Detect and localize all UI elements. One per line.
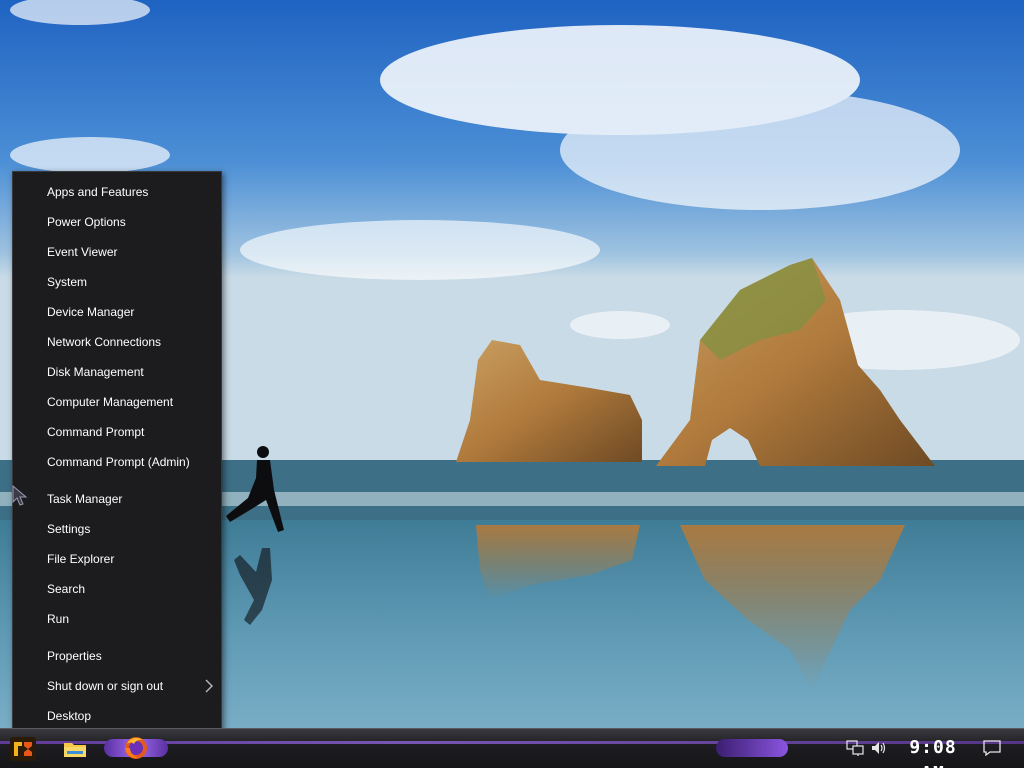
- menu-item-computer-management[interactable]: Computer Management: [13, 387, 221, 417]
- menu-item-label: File Explorer: [47, 552, 115, 566]
- winx-context-menu: Apps and Features Power Options Event Vi…: [12, 171, 222, 733]
- network-tray-button[interactable]: [846, 739, 864, 757]
- start-button[interactable]: [8, 735, 38, 763]
- menu-item-file-explorer[interactable]: File Explorer: [13, 544, 221, 574]
- taskbar-clock[interactable]: 9:08 AM: [898, 735, 968, 768]
- menu-item-label: Computer Management: [47, 395, 174, 409]
- action-center-button[interactable]: [982, 739, 1002, 757]
- notification-icon: [983, 740, 1001, 757]
- menu-item-label: Run: [47, 612, 70, 626]
- menu-item-device-manager[interactable]: Device Manager: [13, 297, 221, 327]
- menu-item-label: Task Manager: [47, 492, 123, 506]
- menu-item-label: Properties: [47, 649, 102, 663]
- menu-item-label: System: [47, 275, 88, 289]
- mouse-cursor-icon: [12, 485, 28, 506]
- menu-item-disk-management[interactable]: Disk Management: [13, 357, 221, 387]
- menu-item-command-prompt[interactable]: Command Prompt: [13, 417, 221, 447]
- menu-item-power-options[interactable]: Power Options: [13, 207, 221, 237]
- menu-item-label: Power Options: [47, 215, 126, 229]
- volume-icon: [872, 742, 886, 754]
- menu-item-network-connections[interactable]: Network Connections: [13, 327, 221, 357]
- folder-icon: [64, 743, 86, 757]
- menu-item-properties[interactable]: Properties: [13, 641, 221, 671]
- menu-item-label: Settings: [47, 522, 91, 536]
- start-icon: [10, 737, 36, 761]
- menu-item-label: Disk Management: [47, 365, 144, 379]
- volume-tray-button[interactable]: [870, 739, 888, 757]
- menu-item-system[interactable]: System: [13, 267, 221, 297]
- menu-item-task-manager[interactable]: Task Manager: [13, 484, 221, 514]
- menu-item-apps-and-features[interactable]: Apps and Features: [13, 177, 221, 207]
- taskbar: 9:08 AM: [0, 728, 1024, 768]
- firefox-icon: [125, 737, 147, 759]
- menu-item-label: Event Viewer: [47, 245, 118, 259]
- menu-item-label: Desktop: [47, 709, 92, 723]
- menu-item-search[interactable]: Search: [13, 574, 221, 604]
- file-explorer-taskbar-button[interactable]: [60, 735, 90, 763]
- menu-item-label: Search: [47, 582, 86, 596]
- menu-item-event-viewer[interactable]: Event Viewer: [13, 237, 221, 267]
- menu-item-label: Command Prompt: [47, 425, 145, 439]
- menu-item-shut-down-or-sign-out[interactable]: Shut down or sign out: [13, 671, 221, 701]
- menu-item-settings[interactable]: Settings: [13, 514, 221, 544]
- menu-item-label: Command Prompt (Admin): [47, 455, 190, 469]
- menu-item-command-prompt-admin[interactable]: Command Prompt (Admin): [13, 447, 221, 477]
- chevron-right-icon: [205, 679, 213, 693]
- menu-item-label: Shut down or sign out: [47, 679, 164, 693]
- menu-item-run[interactable]: Run: [13, 604, 221, 634]
- firefox-taskbar-button[interactable]: [104, 733, 168, 763]
- menu-item-desktop[interactable]: Desktop: [13, 701, 221, 731]
- desktop[interactable]: Apps and Features Power Options Event Vi…: [0, 0, 1024, 768]
- menu-item-label: Device Manager: [47, 305, 135, 319]
- tray-accent-indicator: [716, 739, 788, 757]
- menu-item-label: Apps and Features: [47, 185, 149, 199]
- menu-item-label: Network Connections: [47, 335, 162, 349]
- network-icon: [846, 740, 864, 756]
